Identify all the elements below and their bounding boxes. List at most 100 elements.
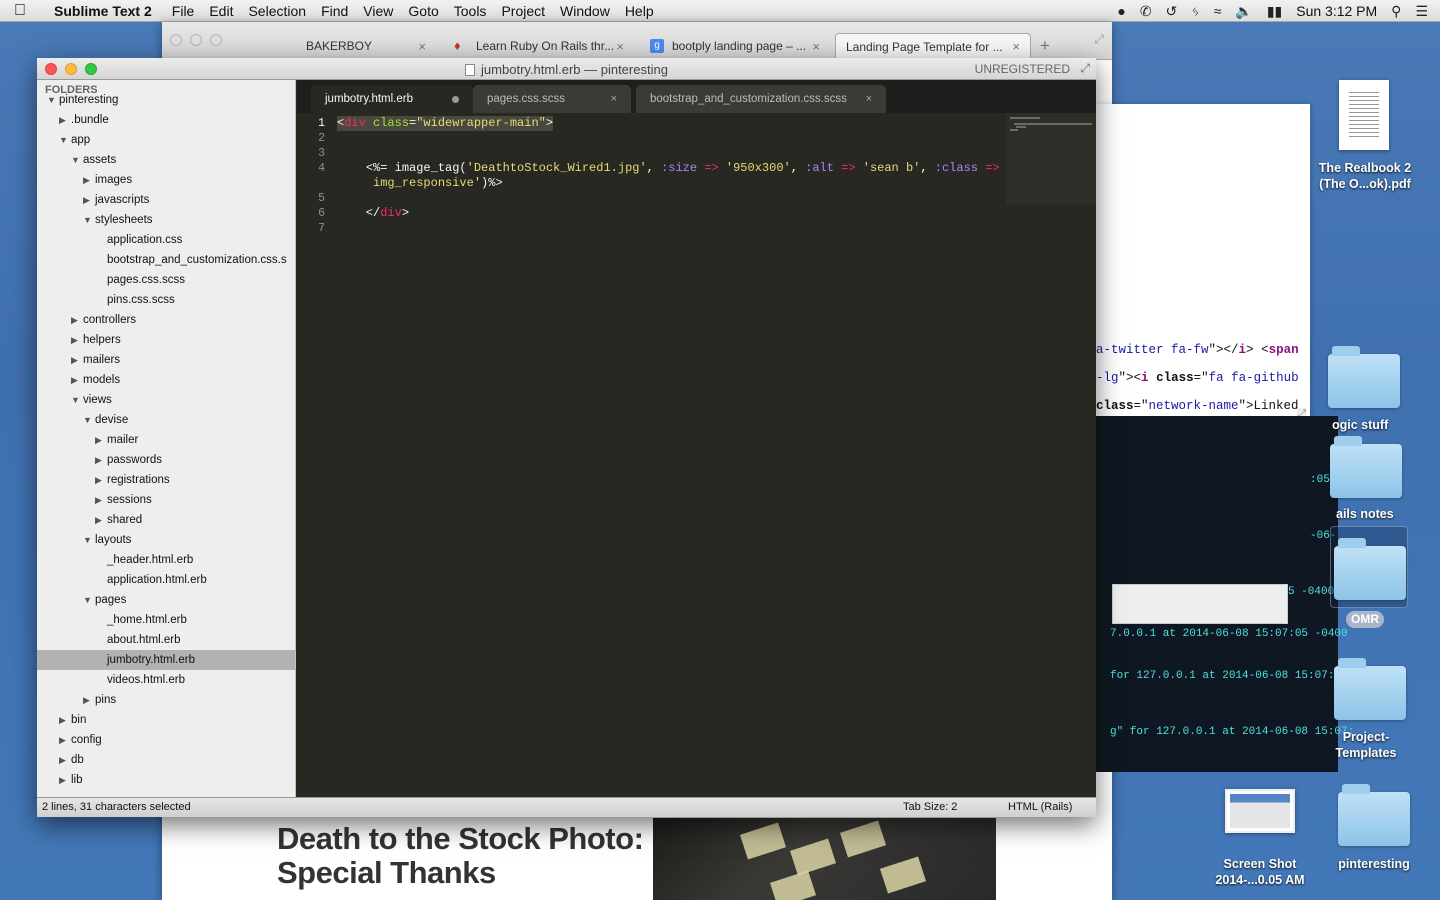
menu-goto[interactable]: Goto — [408, 3, 438, 19]
menu-project[interactable]: Project — [501, 3, 545, 19]
sidebar-folder-item[interactable]: ▶ shared — [37, 510, 295, 530]
spotlight-search-icon[interactable]: ⚲ — [1391, 3, 1401, 20]
sidebar-file-item[interactable]: _header.html.erb — [37, 550, 295, 570]
sidebar-folder-item[interactable]: ▶ helpers — [37, 330, 295, 350]
sidebar-folder-item[interactable]: ▼ assets — [37, 150, 295, 170]
sidebar-folder-item[interactable]: ▼ stylesheets — [37, 210, 295, 230]
sidebar-folder-item[interactable]: ▼ devise — [37, 410, 295, 430]
browser-tab-bakerboy[interactable]: BAKERBOY × — [296, 33, 436, 59]
app-name-menu[interactable]: Sublime Text 2 — [54, 3, 152, 19]
sidebar-folder-item[interactable]: ▶ sessions — [37, 490, 295, 510]
disclosure-closed-icon[interactable]: ▶ — [95, 490, 107, 510]
time-machine-icon[interactable]: ↺ — [1166, 3, 1178, 20]
disclosure-closed-icon[interactable]: ▶ — [59, 710, 71, 730]
disclosure-closed-icon[interactable]: ▶ — [95, 450, 107, 470]
fullscreen-icon[interactable]: ⤢ — [1080, 61, 1090, 76]
sidebar-file-item[interactable]: application.html.erb — [37, 570, 295, 590]
tab-jumbotry[interactable]: jumbotry.html.erb — [311, 85, 473, 113]
sidebar-file-item[interactable]: bootstrap_and_customization.css.s — [37, 250, 295, 270]
sidebar-folder-item[interactable]: ▶ bin — [37, 710, 295, 730]
disclosure-closed-icon[interactable]: ▶ — [95, 430, 107, 450]
fullscreen-icon[interactable]: ⤢ — [1094, 32, 1104, 47]
sidebar-folder-item[interactable]: ▶ images — [37, 170, 295, 190]
disclosure-closed-icon[interactable]: ▶ — [71, 310, 83, 330]
menu-file[interactable]: File — [172, 3, 195, 19]
disclosure-closed-icon[interactable]: ▶ — [83, 690, 95, 710]
menu-edit[interactable]: Edit — [209, 3, 233, 19]
sidebar-folder-item[interactable]: ▶ .bundle — [37, 110, 295, 130]
browser-minimize-button[interactable] — [190, 34, 202, 46]
close-icon[interactable]: × — [866, 93, 872, 105]
new-tab-icon[interactable]: + — [1040, 36, 1050, 56]
close-icon[interactable]: × — [616, 39, 624, 54]
sidebar-file-item[interactable]: _home.html.erb — [37, 610, 295, 630]
disclosure-closed-icon[interactable]: ▶ — [71, 350, 83, 370]
menu-selection[interactable]: Selection — [248, 3, 306, 19]
close-icon[interactable]: × — [812, 39, 820, 54]
disclosure-closed-icon[interactable]: ▶ — [83, 190, 95, 210]
code-line-4[interactable]: <%= image_tag('DeathtoStock_Wired1.jpg',… — [337, 161, 1014, 176]
sidebar-folder-item[interactable]: ▶ lib — [37, 770, 295, 790]
disclosure-open-icon[interactable]: ▼ — [83, 410, 95, 430]
disclosure-open-icon[interactable]: ▼ — [83, 210, 95, 230]
disclosure-open-icon[interactable]: ▼ — [71, 390, 83, 410]
code-line-4-wrapped[interactable]: img_responsive')%> — [337, 176, 503, 191]
sidebar-file-item[interactable]: about.html.erb — [37, 630, 295, 650]
menu-tools[interactable]: Tools — [454, 3, 487, 19]
minimap[interactable] — [1006, 113, 1096, 205]
menu-view[interactable]: View — [363, 3, 393, 19]
evernote-icon[interactable]: ● — [1117, 3, 1125, 19]
phone-icon[interactable]: ✆ — [1140, 3, 1152, 20]
disclosure-closed-icon[interactable]: ▶ — [59, 110, 71, 130]
disclosure-closed-icon[interactable]: ▶ — [59, 750, 71, 770]
sidebar-folder-item[interactable]: ▼ pages — [37, 590, 295, 610]
browser-tab-landing-page[interactable]: Landing Page Template for ... × — [835, 33, 1031, 59]
clock[interactable]: Sun 3:12 PM — [1296, 3, 1377, 19]
sidebar-folder-item[interactable]: ▼ pinteresting — [37, 90, 295, 110]
disclosure-closed-icon[interactable]: ▶ — [59, 770, 71, 790]
disclosure-open-icon[interactable]: ▼ — [83, 590, 95, 610]
close-icon[interactable]: × — [611, 93, 617, 105]
sidebar-folder-item[interactable]: ▶ passwords — [37, 450, 295, 470]
browser-tab-learn-ruby[interactable]: ♦ Learn Ruby On Rails thr... × — [444, 33, 634, 59]
close-icon[interactable]: × — [1012, 39, 1020, 54]
tab-bootstrap-css[interactable]: bootstrap_and_customization.css.scss × — [636, 85, 886, 113]
disclosure-open-icon[interactable]: ▼ — [47, 90, 59, 110]
sidebar-folder-item[interactable]: ▼ layouts — [37, 530, 295, 550]
sidebar-folder-item[interactable]: ▶ controllers — [37, 310, 295, 330]
disclosure-closed-icon[interactable]: ▶ — [95, 470, 107, 490]
code-line-6[interactable]: </div> — [337, 206, 409, 221]
disclosure-closed-icon[interactable]: ▶ — [71, 330, 83, 350]
disclosure-closed-icon[interactable]: ▶ — [95, 510, 107, 530]
unsaved-dot-icon[interactable] — [452, 95, 459, 103]
menu-help[interactable]: Help — [625, 3, 654, 19]
notification-center-icon[interactable]: ☰ — [1415, 3, 1428, 20]
sidebar-folder-item[interactable]: ▼ views — [37, 390, 295, 410]
tab-pages-css[interactable]: pages.css.scss × — [473, 85, 631, 113]
sidebar-folder-item[interactable]: ▼ app — [37, 130, 295, 150]
disclosure-open-icon[interactable]: ▼ — [71, 150, 83, 170]
sidebar-folder-item[interactable]: ▶ registrations — [37, 470, 295, 490]
sidebar-file-item[interactable]: pins.css.scss — [37, 290, 295, 310]
browser-tab-bootply[interactable]: g bootply landing page – ... × — [640, 33, 830, 59]
sidebar-folder-item[interactable]: ▶ config — [37, 730, 295, 750]
menu-find[interactable]: Find — [321, 3, 348, 19]
sidebar-file-item[interactable]: jumbotry.html.erb — [37, 650, 295, 670]
sidebar-file-item[interactable]: application.css — [37, 230, 295, 250]
disclosure-open-icon[interactable]: ▼ — [59, 130, 71, 150]
menu-window[interactable]: Window — [560, 3, 610, 19]
disclosure-open-icon[interactable]: ▼ — [83, 530, 95, 550]
battery-icon[interactable]: ▮▮ — [1267, 3, 1282, 20]
disclosure-closed-icon[interactable]: ▶ — [71, 370, 83, 390]
tab-size-indicator[interactable]: Tab Size: 2 — [903, 798, 957, 817]
sidebar-folder-item[interactable]: ▶ models — [37, 370, 295, 390]
wifi-icon[interactable]: ≈ — [1214, 3, 1222, 19]
apple-icon[interactable]:  — [0, 2, 40, 20]
sidebar-file-item[interactable]: videos.html.erb — [37, 670, 295, 690]
sidebar-folder-item[interactable]: ▶ db — [37, 750, 295, 770]
browser-close-button[interactable] — [170, 34, 182, 46]
disclosure-closed-icon[interactable]: ▶ — [83, 170, 95, 190]
sidebar-file-item[interactable]: pages.css.scss — [37, 270, 295, 290]
sidebar-folder-item[interactable]: ▶ mailers — [37, 350, 295, 370]
browser-zoom-button[interactable] — [210, 34, 222, 46]
